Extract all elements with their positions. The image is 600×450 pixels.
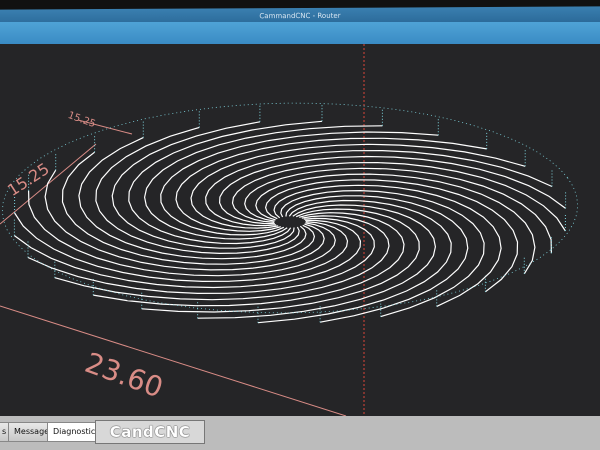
toolpath-spiral — [1, 102, 579, 324]
bottom-tab-bar: s Messages Diagnostics CandCNC — [0, 416, 600, 450]
toolpath-viewport[interactable]: 23.60 15.25 15.25 — [0, 44, 600, 416]
toolpath-arm — [231, 161, 566, 232]
brand-logo: CandCNC — [95, 420, 205, 444]
toolpath-arm — [244, 167, 552, 254]
toolpath-arm — [141, 208, 420, 313]
toolpath-arm — [28, 190, 336, 277]
toolpath-arm — [14, 212, 349, 283]
toolbar-strip — [0, 22, 600, 44]
toolpath-arm — [160, 131, 439, 236]
dimension-line-x — [0, 305, 347, 416]
